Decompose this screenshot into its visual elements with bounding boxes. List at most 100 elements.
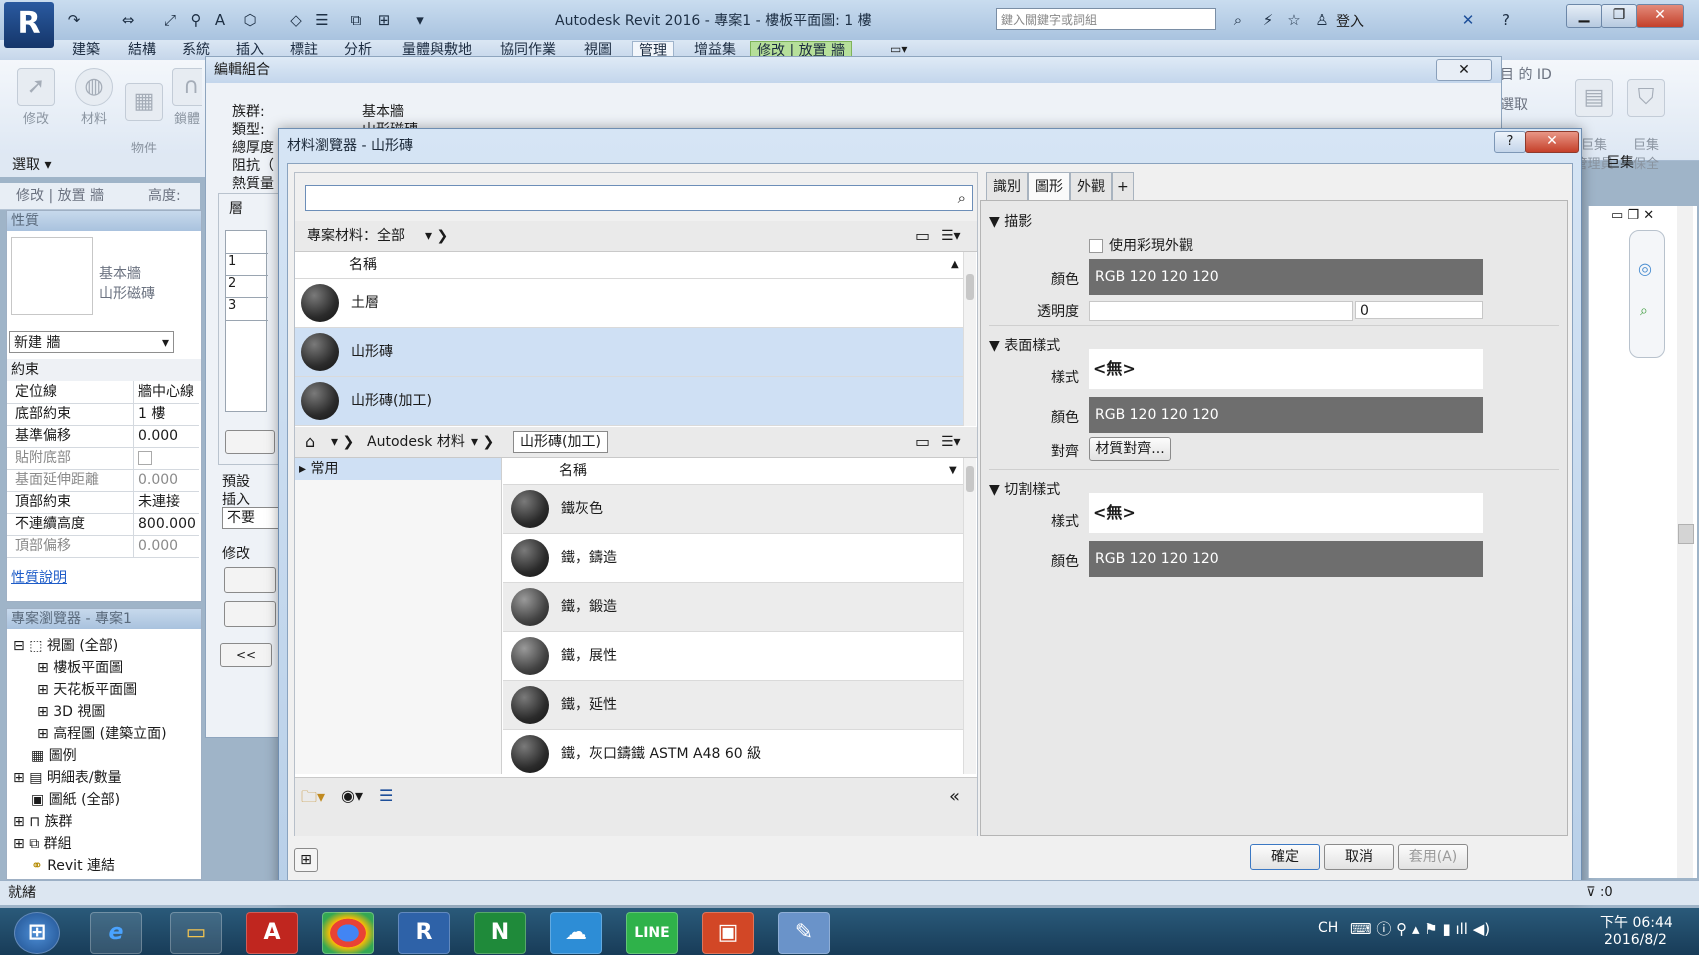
tab-appearance[interactable]: 外觀 — [1070, 172, 1112, 201]
measure-icon[interactable]: ⇔ — [118, 10, 138, 30]
switch-windows-icon[interactable]: ⊞ — [374, 10, 394, 30]
tree-item[interactable]: ⊞ ⊓ 族群 — [13, 811, 73, 831]
chrome-app-icon[interactable] — [322, 912, 374, 954]
collapse-panel-icon[interactable]: « — [949, 786, 960, 807]
attach-bottom-checkbox[interactable] — [133, 447, 199, 469]
list-item[interactable]: 鐵，延性 — [503, 681, 963, 730]
line-app-icon[interactable]: LINE — [626, 912, 678, 954]
clock-date[interactable]: 2016/8/2 — [1604, 932, 1667, 948]
layer-row[interactable]: 1 — [226, 253, 268, 276]
customize-qa-icon[interactable]: ▾ — [410, 10, 430, 30]
redo-icon[interactable]: ↷ — [64, 10, 84, 30]
expand-arrow-icon[interactable]: ▸ — [299, 461, 310, 477]
library-breadcrumb-chip[interactable]: 山形磚(加工) — [513, 431, 608, 453]
cloud-app-icon[interactable]: ☁ — [550, 912, 602, 954]
property-value[interactable]: 牆中心線 — [133, 381, 199, 403]
binoculars-icon[interactable]: ⌕ — [1228, 10, 1248, 30]
chevron-down-icon[interactable]: ▾ ❯ — [425, 221, 448, 251]
expand-icon[interactable]: ⊞ — [13, 814, 29, 830]
dimension-icon[interactable]: ⤢ — [160, 10, 180, 30]
tab-identity[interactable]: 識別 — [986, 172, 1028, 201]
add-asset-tab[interactable]: + — [1112, 172, 1134, 201]
transparency-input[interactable]: 0 — [1355, 301, 1483, 319]
expand-icon[interactable]: ⊞ — [13, 770, 29, 786]
tree-item[interactable]: ⚭ Revit 連結 — [31, 855, 115, 875]
subscription-icon[interactable]: ⚡ — [1258, 10, 1278, 30]
view-options-icon[interactable]: ☰▾ — [941, 427, 961, 457]
input-language[interactable]: CH — [1318, 920, 1338, 936]
property-row[interactable]: 底部約束 1 樓 — [7, 403, 199, 426]
expand-icon[interactable]: ⊞ — [37, 660, 53, 676]
list-item[interactable]: 鐵，鑄造 — [503, 534, 963, 583]
collapse-icon[interactable]: ⊟ — [13, 638, 29, 654]
filter-icon[interactable]: ⊽ — [1586, 881, 1596, 905]
tree-item[interactable]: ⊞ ▤ 明細表/數量 — [13, 767, 122, 787]
project-list-header[interactable]: 名稱 ▲ — [295, 252, 963, 279]
scroll-thumb[interactable] — [966, 466, 974, 492]
tree-item[interactable]: ⊞ 樓板平面圖 — [37, 657, 123, 677]
3d-view-icon[interactable]: ⬡ — [240, 10, 260, 30]
asset-library-icon[interactable]: ⊞ — [294, 848, 318, 872]
property-value[interactable]: 未連接 — [133, 491, 199, 513]
acrobat-app-icon[interactable]: A — [246, 912, 298, 954]
property-row[interactable]: 基準偏移 0.000 — [7, 425, 199, 448]
list-item[interactable]: 鐵，展性 — [503, 632, 963, 681]
expand-icon[interactable]: ⊞ — [37, 682, 53, 698]
create-material-icon[interactable]: ◉▾ — [341, 786, 363, 805]
property-row[interactable]: 頂部約束 未連接 — [7, 491, 199, 514]
cut-pattern-field[interactable]: <無> — [1089, 493, 1483, 533]
surface-color-swatch[interactable]: RGB 120 120 120 — [1089, 397, 1483, 433]
properties-help-link[interactable]: 性質說明 — [11, 567, 67, 587]
paint-app-icon[interactable]: ✎ — [778, 912, 830, 954]
clock-time[interactable]: 下午 06:44 — [1600, 912, 1673, 932]
view-options-icon[interactable]: ☰▾ — [941, 221, 961, 251]
select-dropdown[interactable]: 選取 ▾ — [0, 153, 212, 177]
steering-wheel-icon[interactable]: ◎ — [1638, 259, 1652, 278]
cut-section-toggle[interactable]: ▼ 切割樣式 — [989, 479, 1060, 499]
exchange-apps-icon[interactable]: ✕ — [1458, 10, 1478, 30]
close-hidden-icon[interactable]: ⧉ — [346, 10, 366, 30]
tree-item[interactable]: ⊞ 天花板平面圖 — [37, 679, 137, 699]
list-item[interactable]: 鐵灰色 — [503, 485, 963, 534]
texture-alignment-button[interactable]: 材質對齊... — [1089, 437, 1171, 461]
list-item[interactable]: 山形磚 — [295, 328, 963, 377]
property-row[interactable]: 不連續高度 800.000 — [7, 513, 199, 536]
asset-browser-icon[interactable]: ☰ — [379, 786, 393, 805]
list-item[interactable]: 鐵，灰口鑄鐵 ASTM A48 60 級 — [503, 730, 963, 779]
preview-toggle-button[interactable]: << — [220, 643, 272, 667]
expand-icon[interactable]: ⊞ — [13, 836, 29, 852]
navisworks-app-icon[interactable]: N — [474, 912, 526, 954]
layer-row[interactable]: 2 — [226, 275, 268, 298]
scroll-thumb[interactable] — [966, 274, 974, 300]
tree-item[interactable]: ⊞ ⧉ 群組 — [13, 833, 72, 853]
cancel-button[interactable]: 取消 — [1324, 844, 1394, 870]
window-close-button[interactable]: ✕ — [1636, 4, 1684, 28]
tray-icons[interactable]: ⌨ ⓘ ⚲ ▴ ⚑ ▮ ıll ◀) — [1350, 918, 1490, 939]
tag-icon[interactable]: ⚲ — [186, 10, 206, 30]
tree-item[interactable]: ▣ 圖紙 (全部) — [31, 789, 120, 809]
tree-item[interactable]: ⊞ 3D 視圖 — [37, 701, 105, 721]
property-row[interactable]: 貼附底部 — [7, 447, 199, 470]
zoom-icon[interactable]: ⌕ — [1640, 303, 1648, 319]
name-column-header[interactable]: 名稱 — [349, 252, 377, 278]
layers-table[interactable]: 1 2 3 — [225, 230, 268, 412]
constraints-section[interactable]: 約束 — [7, 359, 201, 381]
property-value[interactable]: 800.000 — [133, 513, 199, 535]
apply-button[interactable]: 套用(A) — [1398, 844, 1468, 870]
minimize-button[interactable]: ▁ — [1566, 4, 1602, 28]
property-row[interactable]: 頂部偏移 0.000 — [7, 535, 199, 558]
list-item[interactable]: 山形磚(加工) — [295, 377, 963, 426]
navigation-bar[interactable]: ◎ ⌕ — [1629, 230, 1665, 358]
library-list-header[interactable]: 名稱 ▼ — [503, 458, 963, 485]
thin-lines-icon[interactable]: ☰ — [312, 10, 332, 30]
edit-assembly-close-button[interactable]: ✕ — [1436, 59, 1492, 81]
favorites-star-icon[interactable]: ☆ — [1284, 10, 1304, 30]
library-name[interactable]: Autodesk 材料 — [367, 427, 465, 457]
revit-logo-icon[interactable]: R — [4, 2, 54, 48]
dialog-help-button[interactable]: ? — [1494, 131, 1526, 153]
layer-row[interactable]: 3 — [226, 297, 268, 321]
property-value[interactable]: 0.000 — [133, 425, 199, 447]
property-value[interactable]: 1 樓 — [133, 403, 199, 425]
cut-color-swatch[interactable]: RGB 120 120 120 — [1089, 541, 1483, 577]
instance-type-selector[interactable]: 新建 牆 ▾ — [9, 331, 174, 353]
